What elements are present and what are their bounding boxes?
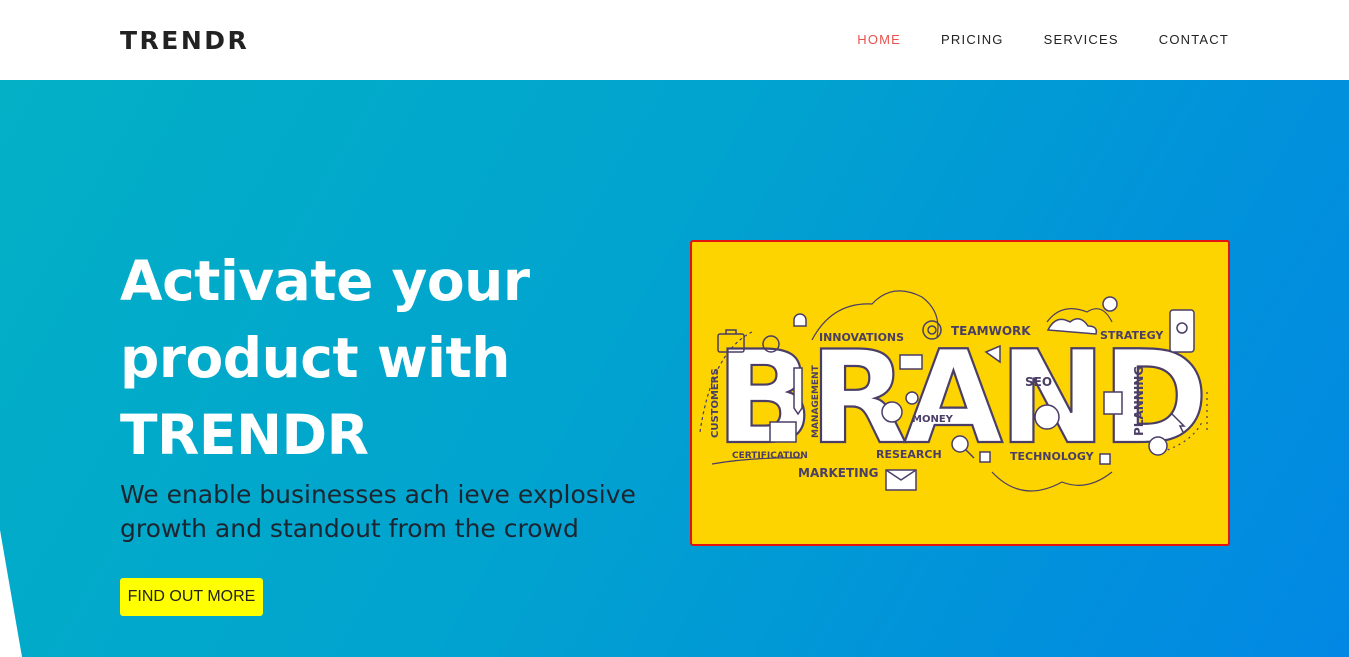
label-marketing: MARKETING [798,466,879,480]
navbar: TRENDR HOME PRICING SERVICES CONTACT [0,0,1349,80]
nav-link-contact[interactable]: CONTACT [1159,32,1229,47]
label-customers: CUSTOMERS [710,368,721,438]
nav-link-services[interactable]: SERVICES [1044,32,1119,47]
find-out-more-button[interactable]: FIND OUT MORE [120,578,263,616]
clock-icon [1148,436,1168,456]
label-technology: TECHNOLOGY [1010,450,1095,463]
subheadline-line: We enable businesses ach ieve explosive [120,480,636,509]
headline-line: Activate your [120,249,530,313]
brand-logo[interactable]: TRENDR [120,26,249,55]
label-research: RESEARCH [876,448,942,461]
pie-chart-icon [1034,404,1060,430]
nav-link-pricing[interactable]: PRICING [941,32,1004,47]
chat-bubble-icon [899,354,923,370]
lightbulb-icon [1102,296,1118,312]
label-management: MANAGEMENT [811,364,821,438]
hero-headline: Activate your product with TRENDR [120,243,580,474]
presentation-board-icon [769,421,797,443]
nav-link-home[interactable]: HOME [857,32,901,47]
gear-small-icon [905,391,919,405]
brand-illustration: BRAND INNOVATIONS TEAMWORK STRATEGY SEO … [690,240,1230,546]
document-icon [1103,391,1123,415]
label-innovations: INNOVATIONS [819,331,904,344]
bell-icon [793,313,807,327]
hero-edge-shape [0,80,22,657]
label-money: MONEY [912,414,954,425]
label-strategy: STRATEGY [1100,329,1164,342]
main-nav: HOME PRICING SERVICES CONTACT [857,32,1229,47]
smartphone-icon [1169,309,1195,353]
label-teamwork: TEAMWORK [951,324,1031,338]
hero-section: Activate your product with TRENDR We ena… [0,80,1349,657]
headline-line: product with [120,326,510,390]
label-certification: CERTIFICATION [732,451,808,461]
label-planning: PLANNING [1132,366,1146,436]
pencil-icon [793,367,803,416]
label-seo: SEO [1025,375,1052,389]
headline-line: TRENDR [120,403,369,467]
brand-illustration-svg: BRAND INNOVATIONS TEAMWORK STRATEGY SEO … [699,290,1209,492]
subheadline-line: growth and standout from the crowd [120,514,579,543]
hero-subheadline: We enable businesses ach ieve explosive … [120,478,660,546]
magnifier-icon [951,435,969,453]
gear-icon [881,401,903,423]
